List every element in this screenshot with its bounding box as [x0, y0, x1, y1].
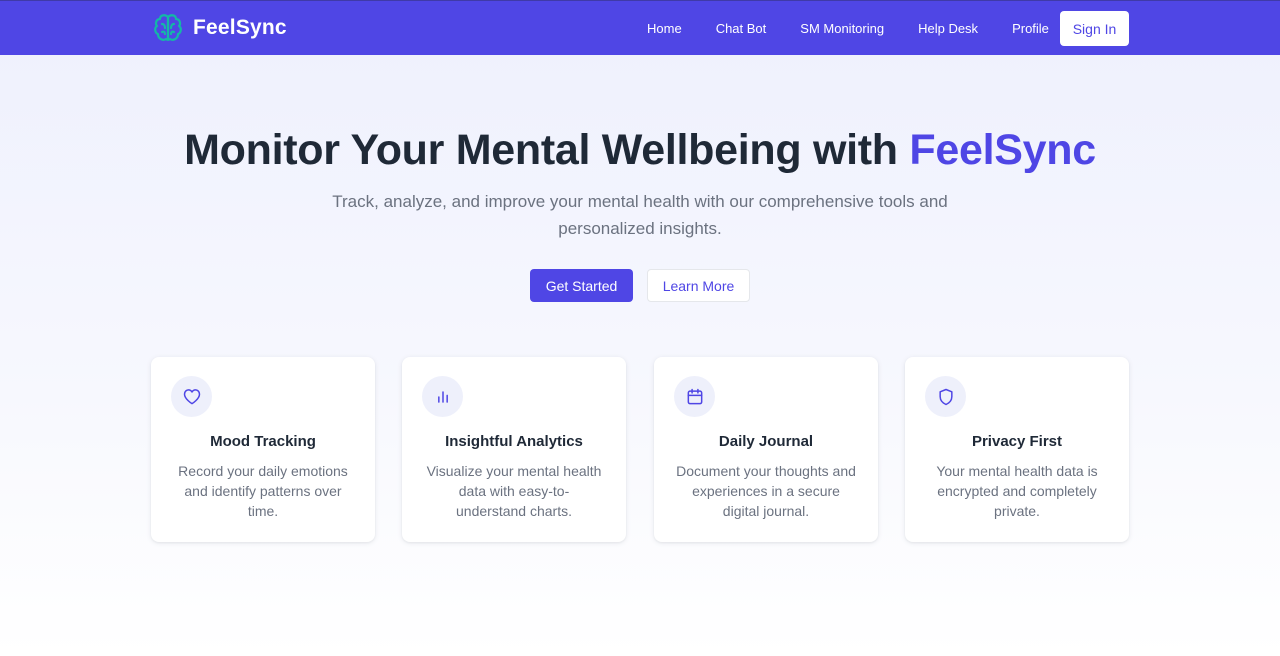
feature-description: Visualize your mental health data with e…: [426, 463, 602, 519]
hero-title-prefix: Monitor Your Mental Wellbeing with: [184, 126, 910, 174]
hero-subtitle: Track, analyze, and improve your mental …: [332, 192, 948, 238]
learn-more-button[interactable]: Learn More: [647, 269, 750, 302]
feature-description: Your mental health data is encrypted and…: [936, 463, 1098, 519]
bar-chart-icon: [422, 376, 463, 417]
heart-icon: [171, 376, 212, 417]
main-nav: Home Chat Bot SM Monitoring Help Desk Pr…: [630, 1, 1066, 56]
feature-card-daily-journal: Daily Journal Document your thoughts and…: [654, 357, 878, 542]
feature-title: Privacy First: [971, 433, 1063, 450]
feature-title: Insightful Analytics: [445, 433, 583, 450]
hero-title-accent: FeelSync: [909, 126, 1096, 174]
brand-logo[interactable]: FeelSync: [152, 12, 287, 44]
sign-in-button[interactable]: Sign In: [1060, 11, 1129, 46]
brand-name: FeelSync: [193, 16, 287, 39]
navbar: FeelSync Home Chat Bot SM Monitoring Hel…: [0, 0, 1280, 55]
shield-icon: [925, 376, 966, 417]
nav-chat-bot[interactable]: Chat Bot: [699, 21, 784, 36]
feature-card-insightful-analytics: Insightful Analytics Visualize your ment…: [402, 357, 626, 542]
nav-sm-monitoring[interactable]: SM Monitoring: [783, 21, 901, 36]
feature-description: Record your daily emotions and identify …: [178, 463, 348, 519]
nav-help-desk[interactable]: Help Desk: [901, 21, 995, 36]
hero-title: Monitor Your Mental Wellbeing with FeelS…: [0, 126, 1280, 175]
feature-description: Document your thoughts and experiences i…: [676, 463, 856, 519]
brain-icon: [154, 14, 182, 41]
feature-card-mood-tracking: Mood Tracking Record your daily emotions…: [151, 357, 375, 542]
nav-home[interactable]: Home: [630, 21, 699, 36]
feature-card-privacy-first: Privacy First Your mental health data is…: [905, 357, 1129, 542]
calendar-icon: [674, 376, 715, 417]
feature-title: Mood Tracking: [210, 433, 316, 450]
feature-title: Daily Journal: [718, 433, 814, 450]
get-started-button[interactable]: Get Started: [530, 269, 633, 302]
nav-profile[interactable]: Profile: [995, 21, 1066, 36]
